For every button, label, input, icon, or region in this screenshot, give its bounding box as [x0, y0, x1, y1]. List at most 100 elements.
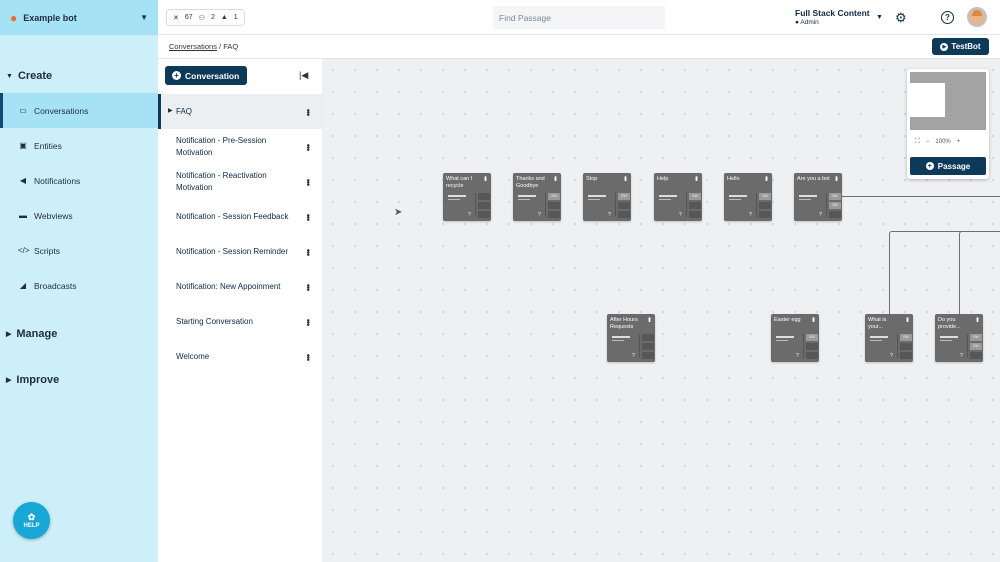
caret-down-icon[interactable]: ▼ [876, 14, 883, 21]
nav-item-entities[interactable]: ▣ Entities [0, 128, 158, 163]
passage-slot [900, 352, 912, 359]
add-passage-label: Passage [937, 161, 971, 171]
help-button[interactable]: ✿ HELP [13, 502, 50, 539]
kebab-menu-icon[interactable]: ••• [301, 108, 315, 114]
kebab-menu-icon[interactable]: ••• [301, 318, 315, 324]
conversation-item[interactable]: Notification - Pre-Session Motivation ••… [158, 129, 322, 164]
passage-slots: SW [759, 193, 771, 219]
passage-slot [548, 211, 560, 218]
passage-status-icon: ? [890, 353, 893, 359]
zoom-in-icon[interactable]: + [957, 139, 961, 145]
passage-status-icon: ? [679, 212, 682, 218]
passage-node[interactable]: Are you a bot ••• SW SW? [794, 173, 842, 221]
passage-tag: SW [548, 193, 560, 200]
kebab-menu-icon[interactable]: ••• [481, 176, 488, 180]
nav-item-notifications[interactable]: ◀ Notifications [0, 163, 158, 198]
account-menu[interactable]: Full Stack Content ● Admin [795, 8, 870, 26]
nav-item-scripts[interactable]: </> Scripts [0, 233, 158, 268]
kebab-menu-icon[interactable]: ••• [809, 317, 816, 321]
nav-section-improve[interactable]: ▶ Improve [0, 369, 158, 391]
triangle-right-icon: ▶ [168, 108, 173, 114]
bot-selector[interactable]: ● Example bot ▼ [0, 0, 158, 35]
gear-icon[interactable]: ⚙ [895, 10, 907, 26]
zoom-out-icon[interactable]: − [926, 139, 930, 145]
conversation-item[interactable]: Notification - Session Reminder ••• [158, 234, 322, 269]
kebab-menu-icon[interactable]: ••• [301, 283, 315, 289]
kebab-menu-icon[interactable]: ••• [301, 143, 315, 149]
lightbulb-icon: ● [10, 10, 18, 25]
bots-icon: ⚇ [198, 14, 205, 22]
passage-node[interactable]: Stop ••• SW? [583, 173, 631, 221]
passage-node[interactable]: Hello ••• SW? [724, 173, 772, 221]
kebab-menu-icon[interactable]: ••• [903, 317, 910, 321]
passage-text-line [776, 340, 788, 341]
passage-slot [618, 202, 630, 209]
conversation-item[interactable]: Notification: New Appoinment ••• [158, 269, 322, 304]
kebab-menu-icon[interactable]: ••• [301, 178, 315, 184]
passage-body [938, 334, 968, 358]
nav-item-label: Entities [34, 140, 62, 151]
kebab-menu-icon[interactable]: ••• [832, 176, 839, 180]
passage-title: Hello [727, 176, 740, 182]
flow-canvas[interactable]: ➤ What can I recycle •••? Thanks and Goodb… [322, 59, 1000, 562]
conversation-item[interactable]: Welcome ••• [158, 339, 322, 374]
add-passage-button[interactable]: + Passage [910, 157, 986, 175]
kebab-menu-icon[interactable]: ••• [301, 353, 315, 359]
kebab-menu-icon[interactable]: ••• [551, 176, 558, 180]
passage-node[interactable]: Do you provide... ••• SW SW? [935, 314, 983, 362]
kebab-menu-icon[interactable]: ••• [301, 213, 315, 219]
webview-icon: ▬ [19, 211, 27, 220]
passage-node[interactable]: Thanks and Goodbye ••• SW? [513, 173, 561, 221]
passage-status-icon: ? [796, 353, 799, 359]
passage-text-line [588, 199, 600, 200]
conversation-item[interactable]: Starting Conversation ••• [158, 304, 322, 339]
testbot-button[interactable]: ▶ TestBot [932, 38, 989, 55]
kebab-menu-icon[interactable]: ••• [645, 317, 652, 321]
nav-item-conversations[interactable]: ▭ Conversations [0, 93, 158, 128]
passage-tag: SW [806, 334, 818, 341]
passage-title: Are you a bot [797, 176, 830, 182]
passage-status-icon: ? [608, 212, 611, 218]
kebab-menu-icon[interactable]: ••• [762, 176, 769, 180]
passage-node[interactable]: What is your... ••• SW? [865, 314, 913, 362]
passage-title: What is your... [868, 317, 887, 330]
collapse-panel-icon[interactable]: |◀ [299, 70, 308, 81]
passage-text-line [448, 195, 466, 197]
passage-node[interactable]: Help ••• SW? [654, 173, 702, 221]
tools-count: 67 [184, 14, 193, 21]
passage-node[interactable]: What can I recycle •••? [443, 173, 491, 221]
passage-text-line [940, 340, 952, 341]
new-conversation-button[interactable]: + Conversation [165, 66, 247, 85]
account-role: ● Admin [795, 19, 870, 26]
left-nav: ● Example bot ▼ ▼ Create ▭ Conversations… [0, 0, 158, 562]
conversation-item[interactable]: Notification - Reactivation Motivation •… [158, 164, 322, 199]
kebab-menu-icon[interactable]: ••• [621, 176, 628, 180]
passage-slot [759, 211, 771, 218]
passage-body [586, 193, 616, 217]
passage-body [610, 334, 640, 358]
kebab-menu-icon[interactable]: ••• [692, 176, 699, 180]
nav-item-webviews[interactable]: ▬ Webviews [0, 198, 158, 233]
zoom-controls: ⛶ − 100% + [910, 135, 986, 149]
passage-node[interactable]: After Hours Requests •••? [607, 314, 655, 362]
search-input[interactable] [493, 6, 665, 29]
conversation-item-faq[interactable]: ▶ FAQ ••• [158, 94, 322, 129]
passage-node[interactable]: Easter egg ••• SW? [771, 314, 819, 362]
nav-item-broadcasts[interactable]: ◢ Broadcasts [0, 268, 158, 303]
nav-section-create[interactable]: ▼ Create [0, 65, 158, 87]
passage-text-line [518, 195, 536, 197]
passage-slots [642, 334, 654, 360]
fit-screen-icon[interactable]: ⛶ [915, 138, 920, 146]
passage-slots: SW SW [829, 193, 841, 219]
conversation-item[interactable]: Notification - Session Feedback ••• [158, 199, 322, 234]
nav-section-manage[interactable]: ▶ Manage [0, 323, 158, 345]
breadcrumb-separator: / [219, 42, 222, 51]
kebab-menu-icon[interactable]: ••• [973, 317, 980, 321]
minimap-preview[interactable] [910, 72, 986, 130]
kebab-menu-icon[interactable]: ••• [301, 248, 315, 254]
help-circle-icon[interactable]: ? [941, 11, 954, 24]
passage-slot [759, 202, 771, 209]
passage-status-icon: ? [632, 353, 635, 359]
avatar[interactable] [967, 7, 987, 27]
breadcrumb-root-link[interactable]: Conversations [169, 42, 217, 51]
